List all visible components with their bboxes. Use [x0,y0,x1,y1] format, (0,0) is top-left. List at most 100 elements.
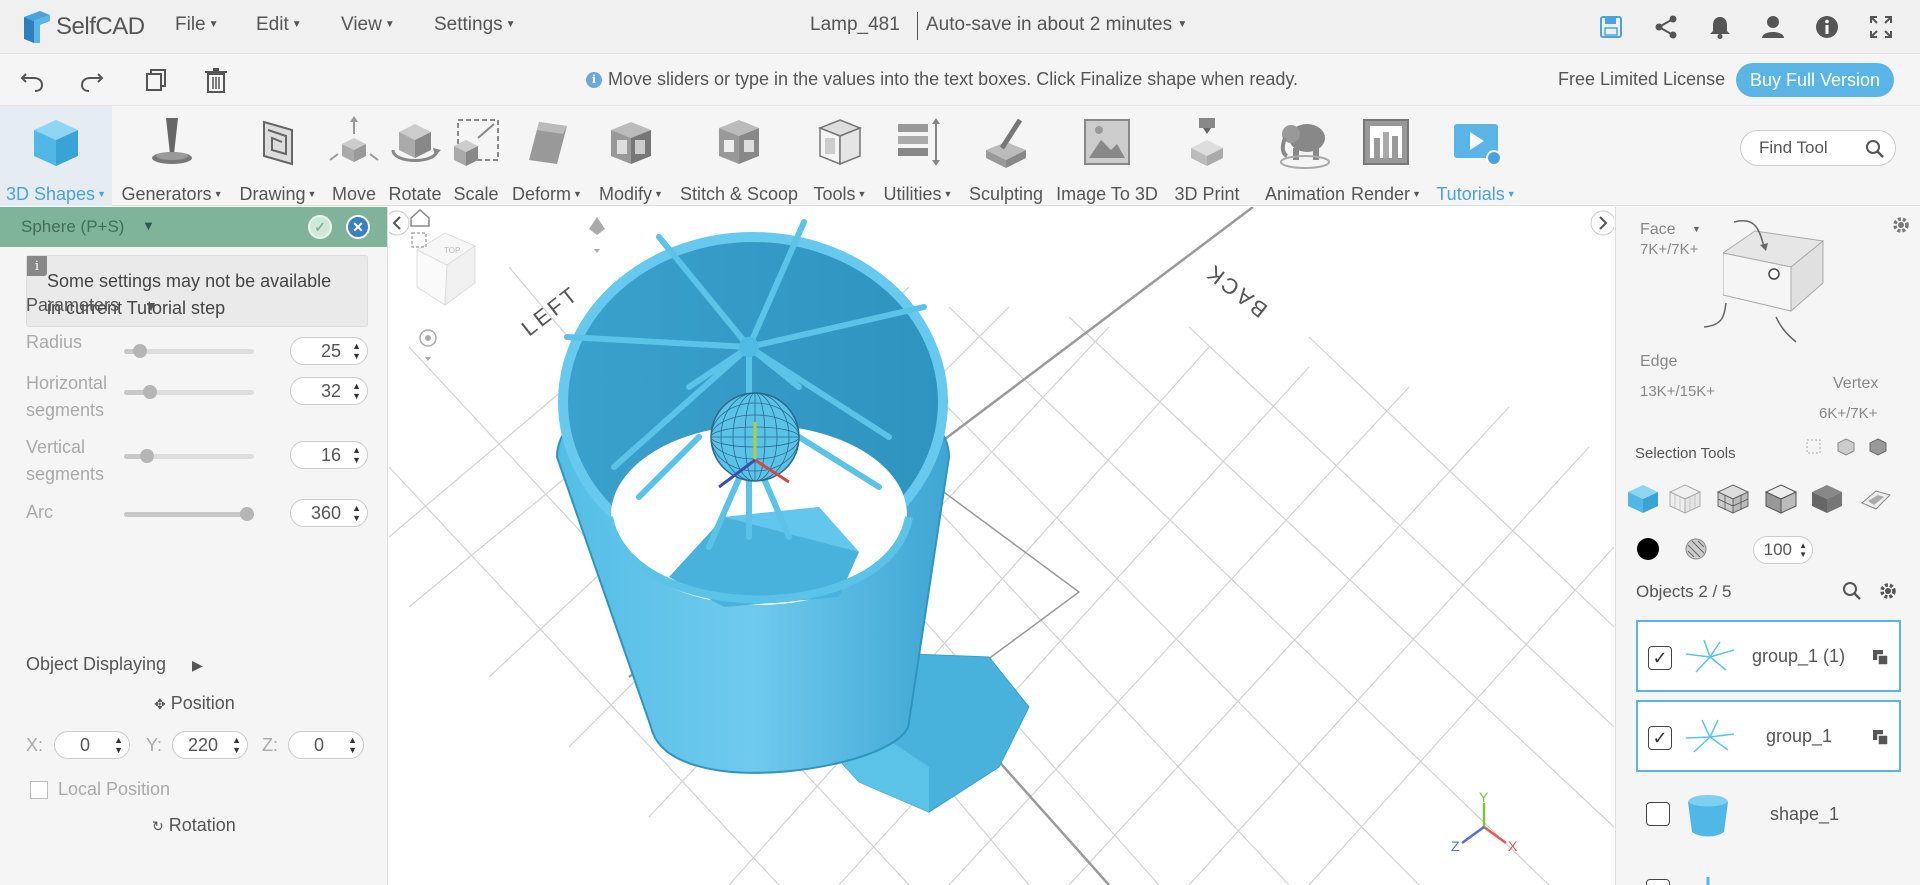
parameters-section-title[interactable]: Parameters [26,295,119,316]
chevron-down-icon[interactable]: ▼ [144,298,158,314]
select-wire-cube-icon[interactable] [1764,483,1798,515]
stepper-arrows-icon[interactable]: ▲ ▼ [1799,541,1807,559]
panel-title[interactable]: Sphere (P+S) [21,217,124,237]
object-visibility-checkbox[interactable] [1646,802,1670,826]
stepper-arrows-icon[interactable]: ▲ ▼ [232,735,241,755]
tool-modify[interactable]: Modify ▼ [588,106,674,206]
duplicate-object-icon[interactable] [1871,648,1889,666]
gear-icon[interactable] [1878,581,1898,601]
search-icon[interactable] [1842,581,1862,601]
tool-sculpting[interactable]: Sculpting [960,106,1052,206]
local-position-checkbox[interactable]: Local Position [30,779,170,800]
tool-drawing[interactable]: Drawing ▼ [232,106,324,206]
close-panel-button[interactable]: ✕ [346,215,370,239]
chevron-right-icon[interactable]: ▶ [192,657,203,674]
stepper-arrows-icon[interactable]: ▲ ▼ [348,735,357,755]
object-visibility-checkbox[interactable] [1646,879,1670,885]
info-icon[interactable] [1814,14,1840,40]
menu-file[interactable]: File ▼ [175,14,219,36]
tool-scale[interactable]: Scale [446,106,506,206]
delete-trash-icon[interactable] [202,66,230,94]
tool-image-to-3d[interactable]: Image To 3D [1052,106,1162,206]
notifications-bell-icon[interactable] [1707,14,1733,40]
object-select-icon[interactable] [1868,437,1888,457]
scene-canvas[interactable]: LEFT BACK TOP Y X Z [389,207,1614,885]
home-view-icon[interactable] [410,208,430,227]
horizontal-segments-input[interactable]: 32 ▲ ▼ [290,377,368,405]
vertical-segments-input[interactable]: 16 ▲ ▼ [290,441,368,469]
tool-stitch-scoop[interactable]: Stitch & Scoop [674,106,804,206]
object-row-group-1[interactable]: ✓ group_1 [1636,700,1901,772]
3d-viewport[interactable]: LEFT BACK TOP Y X Z [389,207,1614,885]
tool-move[interactable]: Move [324,106,384,206]
slider-thumb[interactable] [132,344,147,358]
object-visibility-checkbox[interactable]: ✓ [1648,726,1672,750]
menu-edit[interactable]: Edit ▼ [256,14,302,36]
select-mesh-grid-icon[interactable] [1668,483,1702,515]
perspective-toggle-icon[interactable] [589,217,605,253]
texture-material-icon[interactable] [1684,537,1708,561]
save-icon[interactable] [1598,14,1624,40]
tool-tools[interactable]: Tools ▼ [804,106,876,206]
finalize-check-button[interactable]: ✓ [308,215,332,239]
collapse-left-panel-icon[interactable] [389,210,410,236]
position-x-input[interactable]: 0 ▲ ▼ [54,731,130,759]
stepper-arrows-icon[interactable]: ▲ ▼ [114,735,123,755]
search-icon[interactable] [1865,139,1885,159]
object-row-partial[interactable] [1636,857,1901,885]
selfcad-logo[interactable]: SelfCAD [20,8,145,46]
position-z-input[interactable]: 0 ▲ ▼ [288,731,364,759]
stepper-arrows-icon[interactable]: ▲ ▼ [352,341,361,361]
redo-icon[interactable] [78,66,106,94]
user-account-icon[interactable] [1760,14,1786,40]
collapse-right-panel-icon[interactable] [1590,210,1614,236]
buy-full-version-button[interactable]: Buy Full Version [1736,63,1894,97]
vertical-segments-slider[interactable] [124,449,254,463]
document-title[interactable]: Lamp_481 [810,14,900,36]
stepper-arrows-icon[interactable]: ▲ ▼ [352,503,361,523]
autosave-dropdown[interactable]: Auto-save in about 2 minutes ▼ [926,14,1187,36]
tool-deform[interactable]: Deform ▼ [506,106,588,206]
tool-tutorials[interactable]: Tutorials ▼ [1428,106,1524,206]
duplicate-object-icon[interactable] [1871,728,1889,746]
orbit-camera-icon[interactable] [419,329,437,361]
fullscreen-icon[interactable] [1868,14,1894,40]
stepper-arrows-icon[interactable]: ▲ ▼ [352,381,361,401]
object-row-group-1-1[interactable]: ✓ group_1 (1) [1636,620,1901,692]
edge-mode-label[interactable]: Edge [1640,353,1677,371]
select-solid-cube-icon[interactable] [1810,483,1844,515]
checkbox[interactable] [30,780,48,799]
stepper-arrows-icon[interactable]: ▲ ▼ [352,445,361,465]
menu-settings[interactable]: Settings ▼ [434,14,516,36]
slider-thumb[interactable] [143,385,157,399]
share-icon[interactable] [1653,14,1679,40]
radius-slider[interactable] [124,344,254,358]
undo-icon[interactable] [18,66,46,94]
chevron-down-icon[interactable]: ▼ [142,218,155,233]
arc-slider[interactable] [124,507,254,521]
object-displaying-section-title[interactable]: Object Displaying [26,654,166,675]
copy-icon[interactable] [142,66,170,94]
view-cube[interactable]: TOP [415,232,477,307]
face-mode-label[interactable]: Face [1640,221,1676,239]
slider-thumb[interactable] [240,507,254,521]
menu-view[interactable]: View ▼ [341,14,395,36]
select-plane-icon[interactable] [1858,485,1892,513]
object-row-shape-1[interactable]: shape_1 [1636,780,1901,852]
tool-render[interactable]: Render ▼ [1344,106,1428,206]
chevron-down-icon[interactable]: ▼ [1692,224,1701,234]
radius-input[interactable]: 25 ▲ ▼ [290,337,368,365]
horizontal-segments-slider[interactable] [124,385,254,399]
select-faces-grid-icon[interactable] [1716,483,1750,515]
arc-input[interactable]: 360 ▲ ▼ [290,499,368,527]
cube-select-icon[interactable] [1836,437,1856,457]
opacity-input[interactable]: 100 ▲ ▼ [1753,536,1813,564]
tool-3d-shapes[interactable]: 3D Shapes ▼ [0,106,112,206]
fit-view-icon[interactable] [411,232,427,248]
color-swatch-black[interactable] [1636,537,1660,561]
position-y-input[interactable]: 220 ▲ ▼ [172,731,248,759]
tool-3d-print[interactable]: 3D Print [1162,106,1252,206]
select-object-cube-icon[interactable] [1626,483,1660,515]
gear-icon[interactable] [1891,215,1911,235]
tool-rotate[interactable]: Rotate [384,106,446,206]
